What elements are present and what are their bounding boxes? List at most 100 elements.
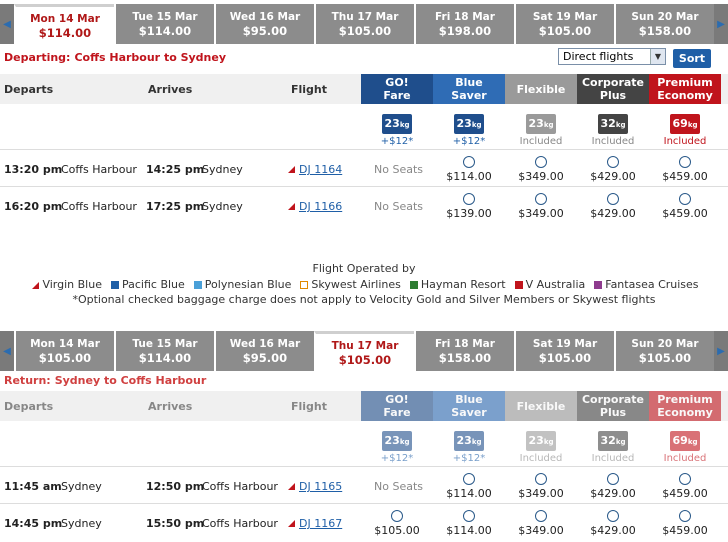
baggage-unit: kg xyxy=(399,121,410,129)
fare-name: Fare xyxy=(383,89,411,102)
flight-number-link[interactable]: DJ 1165 xyxy=(288,480,342,493)
fare-name: Corporate xyxy=(581,393,645,406)
baggage-note: +$12* xyxy=(380,453,414,464)
fare-header: Flexible xyxy=(505,391,577,421)
fare-option: $114.00 xyxy=(433,152,505,183)
baggage-unit: kg xyxy=(399,438,410,446)
fare-radio[interactable] xyxy=(463,473,475,485)
fare-radio[interactable] xyxy=(535,193,547,205)
baggage-note: Included xyxy=(591,136,635,147)
baggage-note: +$12* xyxy=(380,136,414,147)
legend-operator: V Australia xyxy=(512,278,586,291)
date-tab[interactable]: Sat 19 Mar $105.00 xyxy=(514,331,614,371)
fare-radio[interactable] xyxy=(607,156,619,168)
departure-time: 16:20 pm xyxy=(4,200,63,213)
fare-radio[interactable] xyxy=(535,156,547,168)
date-tab[interactable]: Wed 16 Mar $95.00 xyxy=(214,4,314,44)
fare-radio[interactable] xyxy=(391,510,403,522)
departure-time: 11:45 am xyxy=(4,480,62,493)
baggage-note: Included xyxy=(663,136,707,147)
fare-radio[interactable] xyxy=(607,473,619,485)
fare-radio[interactable] xyxy=(535,510,547,522)
fare-option: $429.00 xyxy=(577,506,649,537)
fare-radio[interactable] xyxy=(679,473,691,485)
operator-name: Polynesian Blue xyxy=(204,278,292,291)
return-route: Return: Sydney to Coffs Harbour xyxy=(4,374,207,387)
chevron-down-icon[interactable]: ▼ xyxy=(650,49,665,64)
fare-name: Saver xyxy=(451,89,487,102)
baggage-icon: 23kg xyxy=(382,114,412,134)
next-dates-arrow-icon[interactable]: ▶ xyxy=(714,4,728,44)
date-tab[interactable]: Sun 20 Mar $158.00 xyxy=(614,4,714,44)
date-tab[interactable]: Fri 18 Mar $158.00 xyxy=(414,331,514,371)
departure-city: Sydney xyxy=(61,480,102,493)
fare-price: $349.00 xyxy=(518,524,564,537)
flight-filter-select[interactable]: Direct flights ▼ xyxy=(558,48,666,65)
arrival-time: 14:25 pm xyxy=(146,163,205,176)
baggage-weight: 23 xyxy=(384,434,400,447)
fare-price: $139.00 xyxy=(446,207,492,220)
flight-number-link[interactable]: DJ 1164 xyxy=(288,163,342,176)
baggage-unit: kg xyxy=(687,438,698,446)
fare-price: $429.00 xyxy=(590,170,636,183)
arrival-city: Sydney xyxy=(202,200,243,213)
flight-row: 13:20 pm Coffs Harbour 14:25 pm Sydney DJ 11… xyxy=(0,149,728,186)
legend-operator: Polynesian Blue xyxy=(191,278,292,291)
date-tab-price: $198.00 xyxy=(438,24,492,38)
next-dates-arrow-icon[interactable]: ▶ xyxy=(714,331,728,371)
date-tab[interactable]: Tue 15 Mar $114.00 xyxy=(114,331,214,371)
operator-swatch-icon xyxy=(300,281,309,289)
baggage-unit: kg xyxy=(543,438,554,446)
fare-header: GO! Fare xyxy=(361,74,433,104)
no-seats-label: No Seats xyxy=(374,163,423,176)
virgin-blue-operator-icon xyxy=(288,203,295,210)
outbound-date-bar: ◀ Mon 14 Mar $114.00 Tue 15 Mar $114.00 Wed … xyxy=(0,4,728,44)
fare-header: Premium Economy xyxy=(649,391,721,421)
fare-radio[interactable] xyxy=(679,193,691,205)
legend-operator: Pacific Blue xyxy=(108,278,185,291)
fare-radio[interactable] xyxy=(607,193,619,205)
date-tab[interactable]: Thu 17 Mar $105.00 xyxy=(314,4,414,44)
date-tab[interactable]: Wed 16 Mar $95.00 xyxy=(214,331,314,371)
fare-price: $459.00 xyxy=(662,170,708,183)
fare-price: $349.00 xyxy=(518,207,564,220)
operator-name: V Australia xyxy=(525,278,586,291)
date-tab[interactable]: Sat 19 Mar $105.00 xyxy=(514,4,614,44)
date-tab[interactable]: Sun 20 Mar $105.00 xyxy=(614,331,714,371)
fare-option: $349.00 xyxy=(505,506,577,537)
fare-name: Plus xyxy=(599,406,627,419)
arrival-time: 15:50 pm xyxy=(146,517,205,530)
fare-option: $459.00 xyxy=(649,152,721,183)
fare-radio[interactable] xyxy=(463,156,475,168)
operator-name: Fantasea Cruises xyxy=(605,278,699,291)
fare-header: Flexible xyxy=(505,74,577,104)
fare-radio[interactable] xyxy=(679,510,691,522)
date-tab[interactable]: Fri 18 Mar $198.00 xyxy=(414,4,514,44)
date-tab[interactable]: Mon 14 Mar $114.00 xyxy=(14,4,114,44)
fare-radio[interactable] xyxy=(607,510,619,522)
flight-number: DJ 1166 xyxy=(299,200,343,213)
flight-number-link[interactable]: DJ 1167 xyxy=(288,517,342,530)
flight-number-link[interactable]: DJ 1166 xyxy=(288,200,342,213)
date-tab[interactable]: Tue 15 Mar $114.00 xyxy=(114,4,214,44)
fare-option: $349.00 xyxy=(505,189,577,220)
fare-radio[interactable] xyxy=(463,510,475,522)
baggage-unit: kg xyxy=(543,121,554,129)
date-tab[interactable]: Mon 14 Mar $105.00 xyxy=(14,331,114,371)
operator-name: Skywest Airlines xyxy=(311,278,401,291)
baggage-note: Included xyxy=(519,453,563,464)
date-tab[interactable]: Thu 17 Mar $105.00 xyxy=(314,331,414,371)
baggage-icon: 23kg xyxy=(526,114,556,134)
departure-city: Sydney xyxy=(61,517,102,530)
fare-radio[interactable] xyxy=(679,156,691,168)
prev-dates-arrow-icon[interactable]: ◀ xyxy=(0,331,14,371)
arrival-city: Sydney xyxy=(202,163,243,176)
baggage-icon: 32kg xyxy=(598,114,628,134)
baggage-weight: 23 xyxy=(456,434,472,447)
prev-dates-arrow-icon[interactable]: ◀ xyxy=(0,4,14,44)
date-tab-price: $114.00 xyxy=(138,351,192,365)
fare-radio[interactable] xyxy=(463,193,475,205)
date-tab-day: Sat 19 Mar xyxy=(532,11,598,23)
sort-button[interactable]: Sort xyxy=(673,49,711,68)
fare-radio[interactable] xyxy=(535,473,547,485)
